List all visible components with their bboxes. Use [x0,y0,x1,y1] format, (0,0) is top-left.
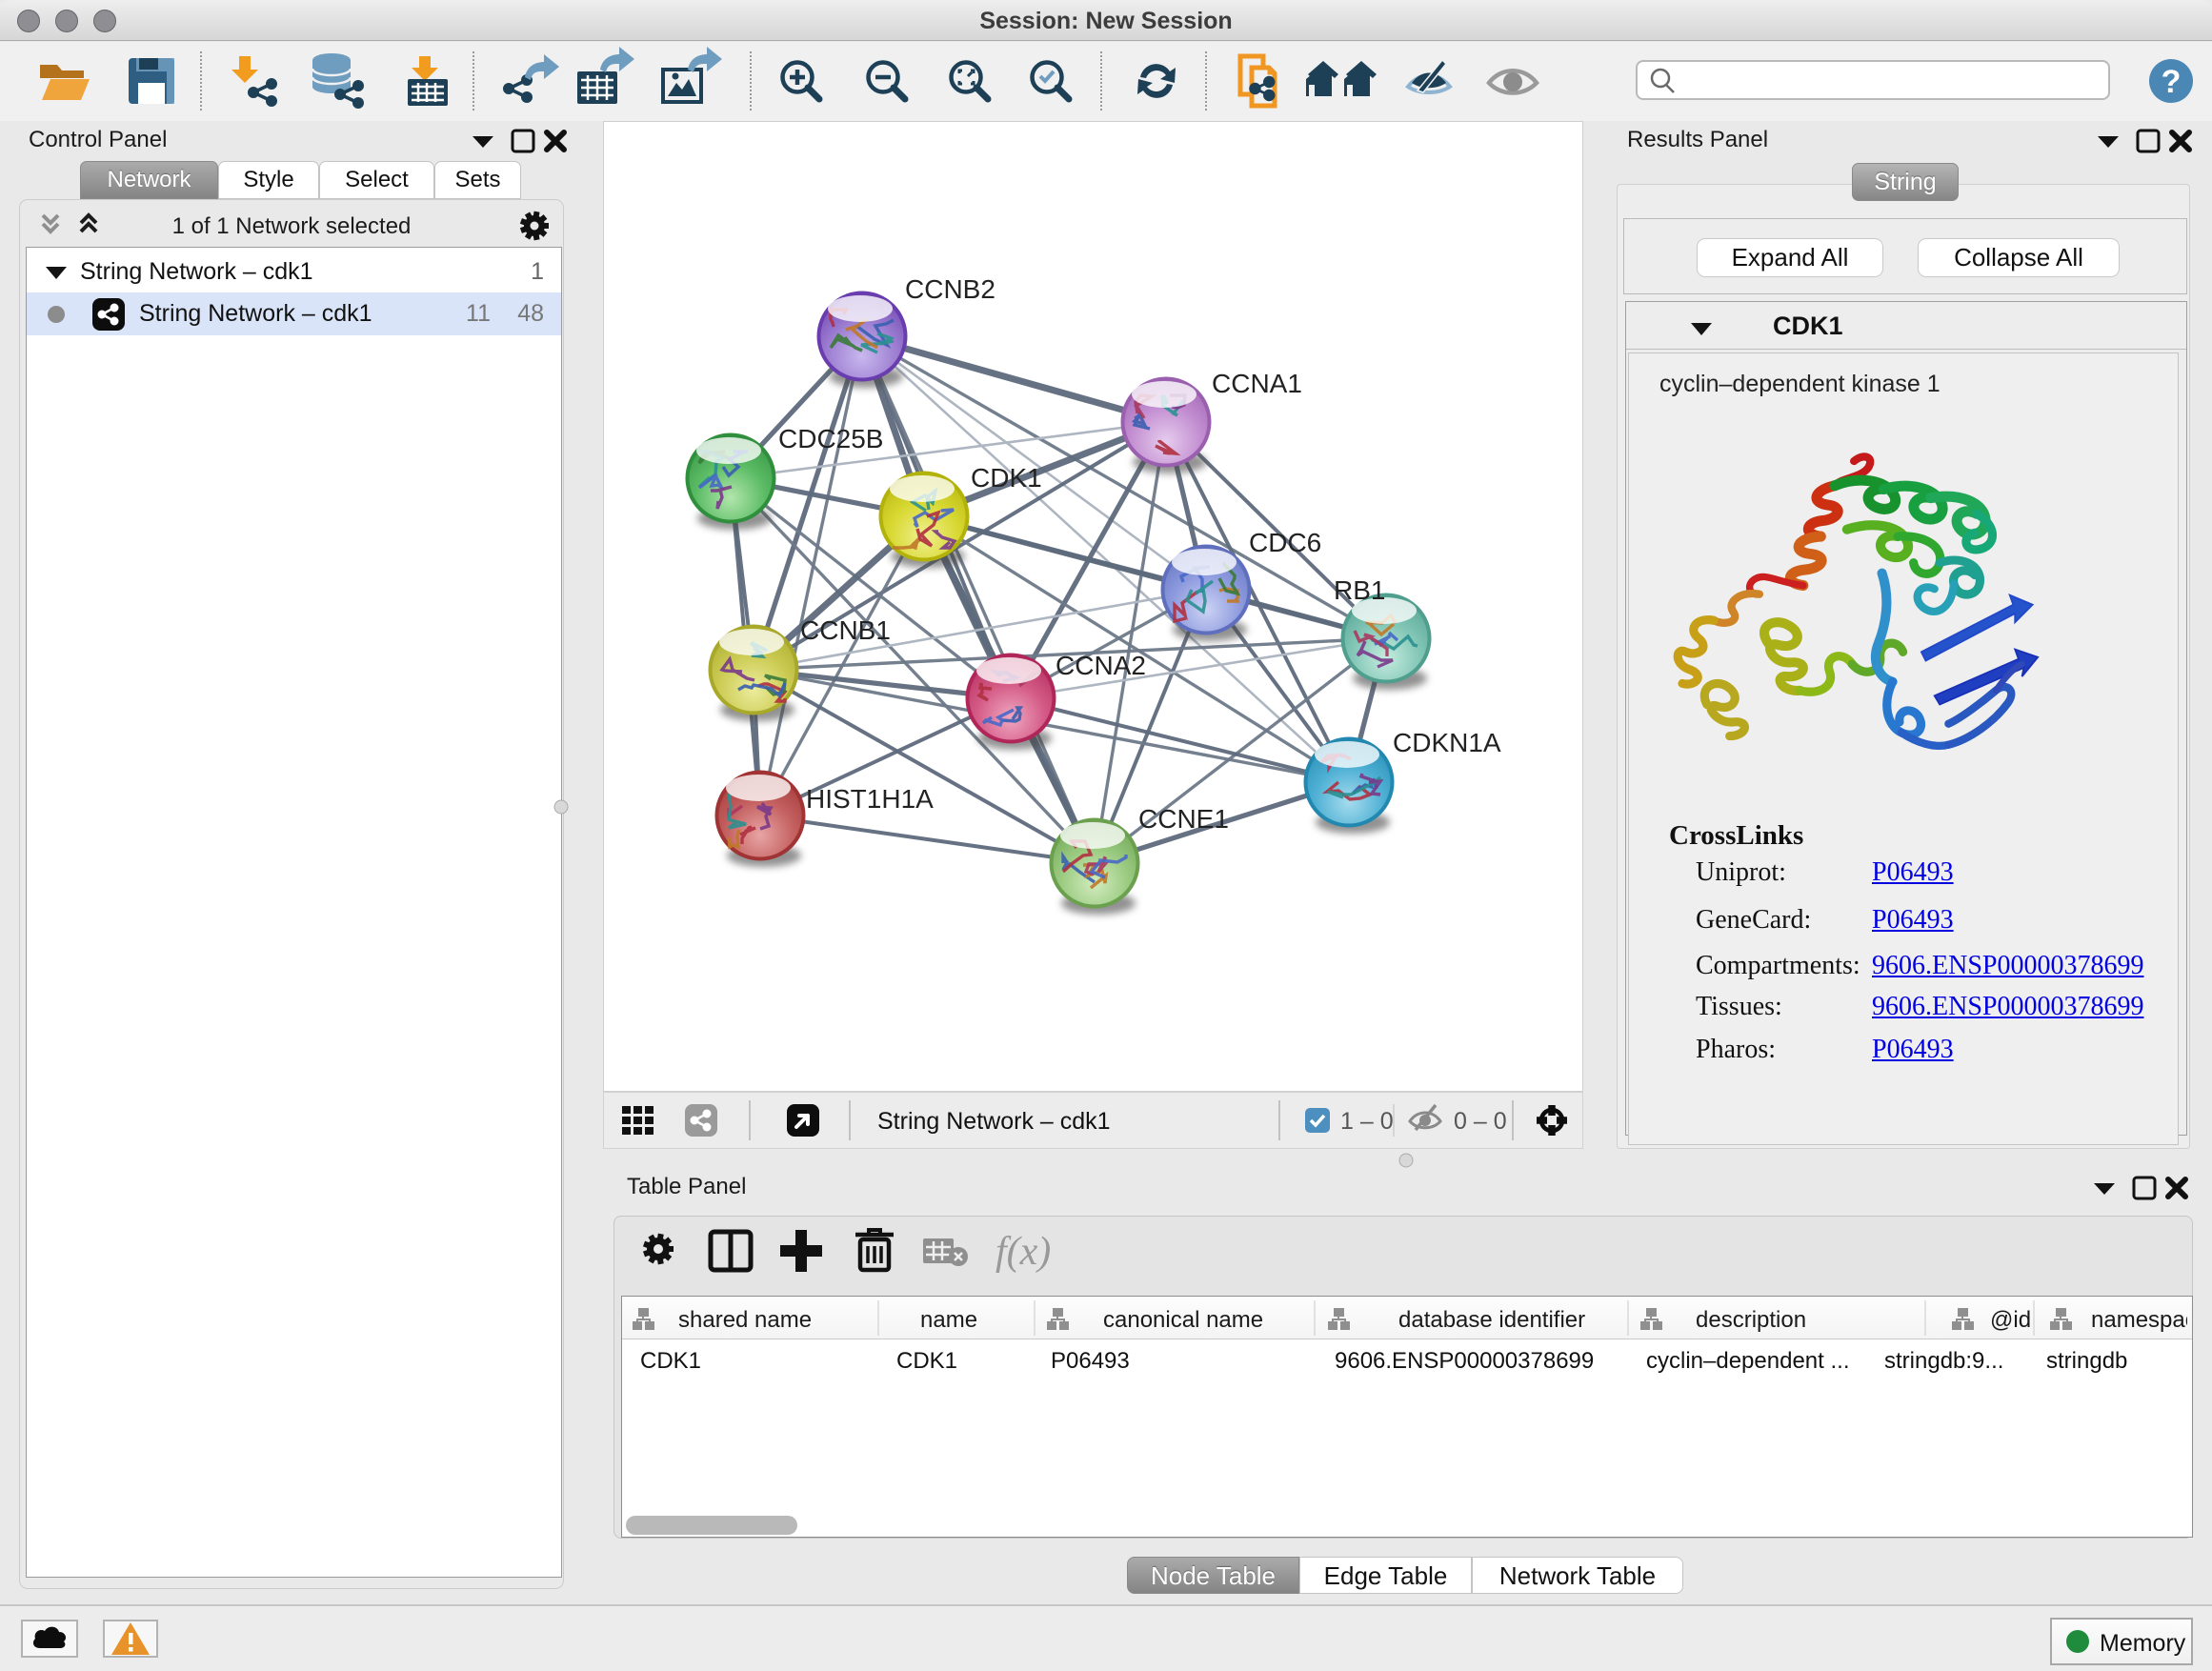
svg-text:@id: @id [1990,1307,2031,1333]
svg-text:HIST1H1A: HIST1H1A [806,784,934,814]
svg-text:description: description [1696,1307,1806,1333]
svg-text:CDK1: CDK1 [971,463,1042,493]
svg-text:CCNE1: CCNE1 [1138,804,1229,834]
svg-text:CCNA1: CCNA1 [1212,369,1302,398]
svg-text:CCNB2: CCNB2 [905,274,995,304]
svg-text:shared name: shared name [678,1307,812,1333]
svg-text:String Network – cdk1: String Network – cdk1 [877,1108,1111,1135]
svg-text:database identifier: database identifier [1398,1307,1585,1333]
svg-text:f(x): f(x) [995,1230,1051,1274]
svg-text:1 – 0: 1 – 0 [1340,1108,1394,1135]
svg-text:canonical name: canonical name [1103,1307,1263,1333]
svg-text:CDC6: CDC6 [1249,528,1321,557]
svg-text:RB1: RB1 [1334,575,1385,605]
svg-text:namespace: namespace [2091,1307,2187,1333]
svg-text:CDKN1A: CDKN1A [1393,728,1501,757]
svg-text:CCNA2: CCNA2 [1056,651,1146,680]
svg-text:name: name [920,1307,977,1333]
svg-text:?: ? [2162,64,2182,100]
svg-text:0 – 0: 0 – 0 [1454,1108,1507,1135]
svg-text:CDC25B: CDC25B [778,424,883,453]
svg-text:CCNB1: CCNB1 [800,615,891,645]
